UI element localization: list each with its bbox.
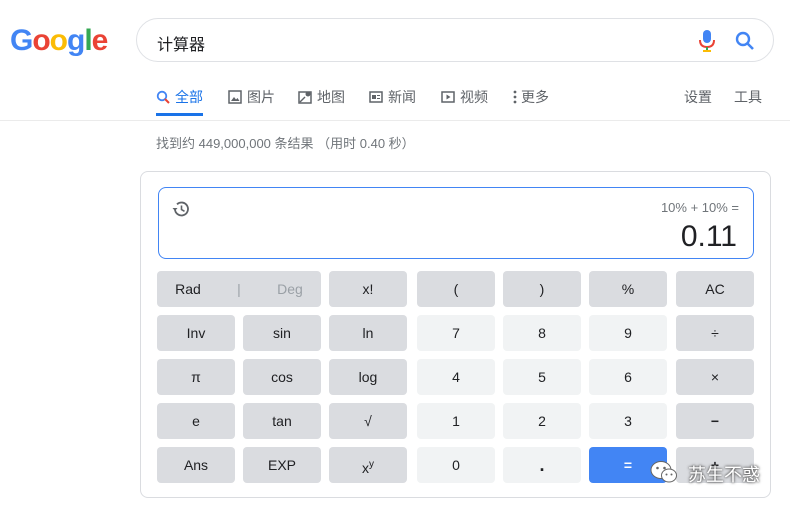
multiply-button[interactable]: × [676,359,754,395]
digit-7-button[interactable]: 7 [417,315,495,351]
inverse-button[interactable]: Inv [157,315,235,351]
map-icon [298,91,312,104]
header-divider [0,120,790,121]
logo-letter: G [10,24,33,57]
digit-2-button[interactable]: 2 [503,403,581,439]
tab-label: 地图 [317,89,345,105]
digit-4-button[interactable]: 4 [417,359,495,395]
calculator-display: 10% + 10% = 0.11 [158,187,754,259]
tab-all[interactable]: 全部 [156,86,203,116]
left-paren-button[interactable]: ( [417,271,495,307]
logo-letter: g [67,24,85,57]
divide-button[interactable]: ÷ [676,315,754,351]
digit-6-button[interactable]: 6 [589,359,667,395]
digit-8-button[interactable]: 8 [503,315,581,351]
search-icon[interactable] [735,31,755,51]
cos-button[interactable]: cos [243,359,321,395]
sin-button[interactable]: sin [243,315,321,351]
deg-button[interactable]: Deg [277,271,303,307]
search-input[interactable]: 计算器 [157,31,205,55]
tab-news[interactable]: 新闻 [369,86,416,116]
tab-more[interactable]: 更多 [512,86,549,116]
microphone-icon[interactable] [699,30,715,52]
wechat-icon [650,461,677,483]
digit-5-button[interactable]: 5 [503,359,581,395]
history-icon[interactable] [171,199,191,219]
minus-button[interactable]: − [676,403,754,439]
decimal-button[interactable]: . [503,447,581,483]
e-button[interactable]: e [157,403,235,439]
factorial-button[interactable]: x! [329,271,407,307]
settings-link[interactable]: 设置 [684,86,712,108]
percent-button[interactable]: % [589,271,667,307]
tab-label: 图片 [247,89,275,105]
video-icon [441,91,455,103]
logo-letter: o [49,24,68,57]
watermark-text: 苏生不惑 [688,465,760,486]
all-clear-button[interactable]: AC [676,271,754,307]
digit-1-button[interactable]: 1 [417,403,495,439]
right-paren-button[interactable]: ) [503,271,581,307]
news-icon [369,91,383,103]
tab-maps[interactable]: 地图 [298,86,345,116]
answer-button[interactable]: Ans [157,447,235,483]
rad-button[interactable]: Rad [175,271,201,307]
digit-0-button[interactable]: 0 [417,447,495,483]
logo-letter: e [91,24,109,57]
search-icon [156,90,170,104]
tools-link[interactable]: 工具 [734,86,762,108]
logo-letter: l [84,24,92,57]
power-button[interactable]: xy [329,447,407,483]
pi-button[interactable]: π [157,359,235,395]
rad-deg-toggle[interactable]: Rad | Deg [157,271,321,307]
google-logo[interactable]: Google [10,24,109,58]
calculator-result: 0.11 [680,220,737,253]
tab-images[interactable]: 图片 [228,86,275,116]
tab-label: 视频 [460,89,488,105]
log-button[interactable]: log [329,359,407,395]
power-exponent: y [369,459,374,470]
tab-label: 全部 [175,89,203,105]
rad-deg-separator: | [237,281,241,297]
calculator-expression: 10% + 10% = [660,200,739,215]
watermark: 苏生不惑 [650,457,772,487]
logo-letter: o [32,24,50,57]
more-vert-icon [513,90,517,104]
power-base: x [362,460,369,476]
tab-label: 新闻 [388,89,416,105]
result-stats: 找到约 449,000,000 条结果 （用时 0.40 秒） [156,136,415,151]
exp-button[interactable]: EXP [243,447,321,483]
image-icon [228,90,242,104]
sqrt-button[interactable]: √ [329,403,407,439]
tab-videos[interactable]: 视频 [441,86,488,116]
ln-button[interactable]: ln [329,315,407,351]
tan-button[interactable]: tan [243,403,321,439]
digit-9-button[interactable]: 9 [589,315,667,351]
digit-3-button[interactable]: 3 [589,403,667,439]
tab-label: 更多 [521,89,549,105]
search-box[interactable]: 计算器 [136,18,774,62]
